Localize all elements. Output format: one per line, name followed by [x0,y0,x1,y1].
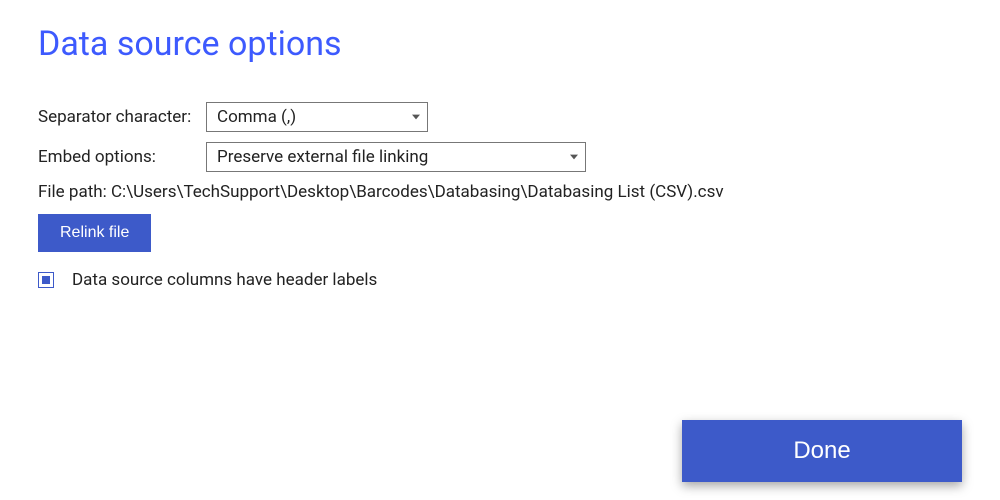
filepath-row: File path: C:\Users\TechSupport\Desktop\… [38,182,962,202]
done-button[interactable]: Done [682,420,962,482]
header-labels-checkbox[interactable] [38,272,54,288]
separator-label: Separator character: [38,107,206,127]
header-labels-row: Data source columns have header labels [38,270,962,290]
embed-value: Preserve external file linking [217,147,428,167]
page-title: Data source options [38,24,962,64]
header-labels-text: Data source columns have header labels [72,270,377,290]
separator-value: Comma (,) [217,107,296,127]
filepath-label: File path: [38,182,111,202]
checkbox-checked-icon [42,276,50,284]
relink-file-button[interactable]: Relink file [38,214,151,252]
separator-row: Separator character: Comma (,) [38,102,962,132]
filepath-value: C:\Users\TechSupport\Desktop\Barcodes\Da… [111,182,724,202]
separator-select[interactable]: Comma (,) [206,102,428,132]
embed-select[interactable]: Preserve external file linking [206,142,586,172]
embed-row: Embed options: Preserve external file li… [38,142,962,172]
embed-label: Embed options: [38,147,206,167]
